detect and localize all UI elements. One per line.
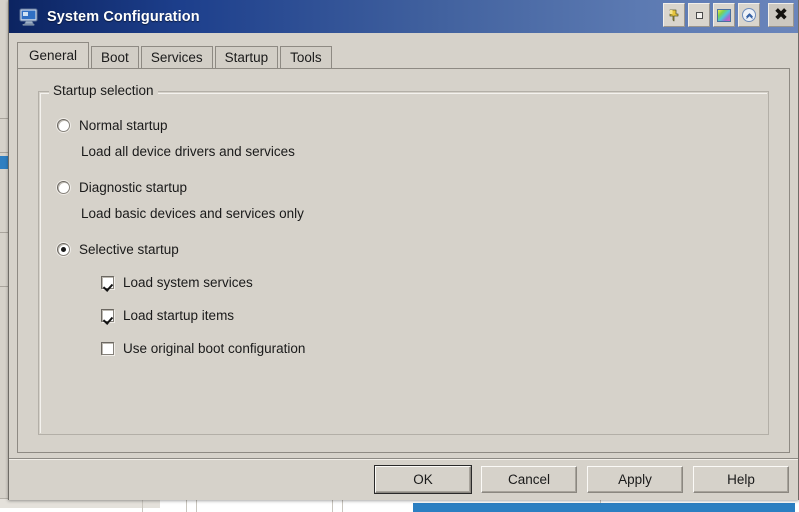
radio-diagnostic-startup-label: Diagnostic startup xyxy=(79,180,188,195)
checkbox-load-system-services-indicator[interactable] xyxy=(101,276,114,289)
radio-normal-startup[interactable]: Normal startup xyxy=(57,118,168,133)
radio-diagnostic-startup[interactable]: Diagnostic startup xyxy=(57,180,187,195)
close-x-icon: ✖ xyxy=(773,4,789,25)
radio-selective-startup[interactable]: Selective startup xyxy=(57,242,179,257)
tab-startup-label: Startup xyxy=(224,50,269,65)
radio-selective-startup-indicator[interactable] xyxy=(57,243,70,256)
window-title: System Configuration xyxy=(47,8,200,25)
tab-general[interactable]: General xyxy=(17,42,90,68)
radio-normal-startup-label: Normal startup xyxy=(79,118,168,133)
title-bar[interactable]: System Configuration ✖ xyxy=(9,0,798,33)
circle-chevron-up-icon xyxy=(742,8,756,22)
cancel-button-label: Cancel xyxy=(507,472,551,487)
checkbox-use-original-boot-configuration[interactable]: Use original boot configuration xyxy=(101,341,305,356)
help-button[interactable]: Help xyxy=(693,466,789,493)
checkbox-load-system-services[interactable]: Load system services xyxy=(101,275,253,290)
display-color-button[interactable] xyxy=(713,3,735,27)
tab-tools-label: Tools xyxy=(290,50,322,65)
window-controls: ✖ xyxy=(663,3,794,27)
checkbox-load-system-services-label: Load system services xyxy=(123,275,253,290)
ok-button-label: OK xyxy=(413,472,433,487)
checkbox-load-startup-items-label: Load startup items xyxy=(123,308,235,323)
tab-services[interactable]: Services xyxy=(140,46,213,68)
help-button-label: Help xyxy=(727,472,755,487)
checkbox-use-original-boot-configuration-label: Use original boot configuration xyxy=(123,341,306,356)
checkbox-load-startup-items[interactable]: Load startup items xyxy=(101,308,234,323)
apply-button-label: Apply xyxy=(618,472,652,487)
tab-startup[interactable]: Startup xyxy=(214,46,279,68)
startup-selection-group: Startup selection Normal startup Load al… xyxy=(38,83,769,435)
footer-button-row: OK Cancel Apply Help xyxy=(374,465,789,494)
rainbow-square-icon xyxy=(717,8,731,22)
apply-button[interactable]: Apply xyxy=(587,466,683,493)
tab-panel-general: Startup selection Normal startup Load al… xyxy=(17,68,790,453)
radio-normal-startup-indicator[interactable] xyxy=(57,119,70,132)
tab-tools[interactable]: Tools xyxy=(280,46,332,68)
normal-startup-description: Load all device drivers and services xyxy=(81,144,295,159)
screen: System Configuration ✖ General Boot Serv… xyxy=(0,0,799,512)
pushpin-icon xyxy=(668,9,681,22)
startup-selection-label: Startup selection xyxy=(49,83,158,98)
close-button[interactable]: ✖ xyxy=(768,3,794,27)
diagnostic-startup-description: Load basic devices and services only xyxy=(81,206,304,221)
minimize-button[interactable] xyxy=(688,3,710,27)
checkbox-load-startup-items-indicator[interactable] xyxy=(101,309,114,322)
pin-button[interactable] xyxy=(663,3,685,27)
radio-selective-startup-label: Selective startup xyxy=(79,242,179,257)
tab-general-label: General xyxy=(29,48,78,63)
tab-boot[interactable]: Boot xyxy=(91,46,139,68)
ok-button[interactable]: OK xyxy=(374,465,472,494)
collapse-button[interactable] xyxy=(738,3,760,27)
checkbox-use-original-boot-configuration-indicator[interactable] xyxy=(101,342,114,355)
tab-services-label: Services xyxy=(150,50,203,65)
small-square-icon xyxy=(695,11,703,19)
computer-monitor-icon xyxy=(19,8,39,26)
background-window-bottom xyxy=(0,498,799,512)
system-configuration-dialog: System Configuration ✖ General Boot Serv… xyxy=(8,0,799,500)
tab-strip: General Boot Services Startup Tools xyxy=(17,42,798,68)
dialog-footer: OK Cancel Apply Help xyxy=(9,460,798,500)
radio-diagnostic-startup-indicator[interactable] xyxy=(57,181,70,194)
cancel-button[interactable]: Cancel xyxy=(481,466,577,493)
tab-boot-label: Boot xyxy=(101,50,129,65)
